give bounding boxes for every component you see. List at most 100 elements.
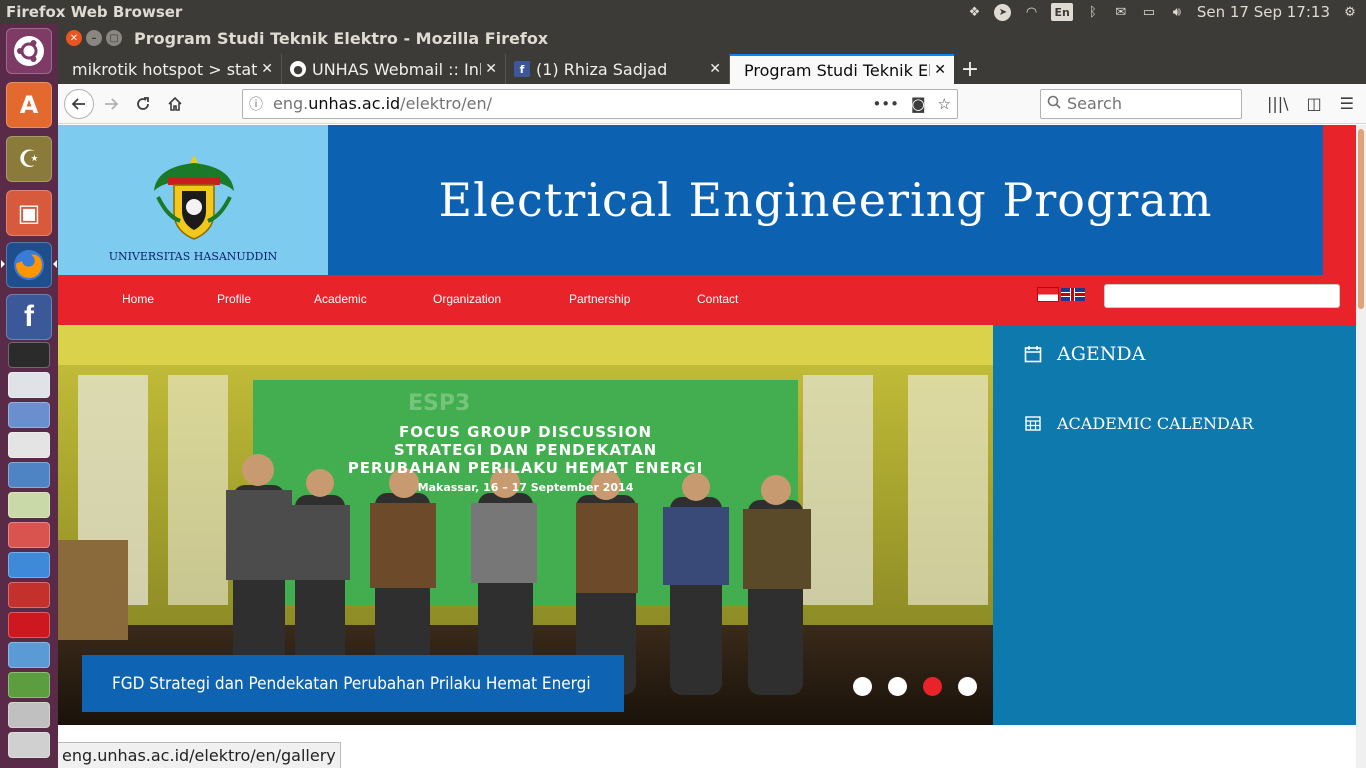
banner-line-1: FOCUS GROUP DISCUSSION [398, 423, 653, 441]
tab-close-icon[interactable]: ✕ [261, 61, 273, 77]
telegram-icon[interactable]: ➤ [994, 3, 1012, 21]
tab-close-icon[interactable]: ✕ [934, 62, 946, 78]
library-icon[interactable]: |||\ [1267, 94, 1289, 113]
tab-mikrotik[interactable]: mikrotik hotspot > status ✕ [58, 54, 282, 84]
tab-close-icon[interactable]: ✕ [709, 61, 721, 77]
mail-icon[interactable]: ✉ [1113, 3, 1129, 21]
banner-logo-text: ESP3 [408, 391, 471, 416]
quran-app-icon[interactable]: ☪ [6, 136, 52, 182]
url-prefix: eng. [273, 94, 309, 113]
tab-label: mikrotik hotspot > status [72, 59, 258, 79]
menu-profile[interactable]: Profile [217, 292, 251, 306]
facebook-icon: f [514, 61, 530, 77]
page-scrollbar-thumb[interactable] [1358, 129, 1364, 309]
search-input[interactable] [1067, 94, 1227, 113]
tab-close-icon[interactable]: ✕ [485, 61, 497, 77]
menu-academic[interactable]: Academic [314, 292, 367, 306]
site-info-icon[interactable]: ⓘ [249, 94, 263, 114]
site-nav-menu: Home Profile Academic Organization Partn… [58, 275, 1356, 325]
facebook-app-icon[interactable]: f [6, 294, 52, 340]
academic-calendar-label: ACADEMIC CALENDAR [1057, 413, 1254, 433]
tab-label: Program Studi Teknik Elektro [744, 60, 930, 80]
app-launcher-icon-8[interactable] [8, 642, 50, 668]
window-titlebar: ✕ – ▢ Program Studi Teknik Elektro - Moz… [58, 24, 1366, 52]
banner-line-3: PERUBAHAN PERILAKU HEMAT ENERGI [347, 459, 704, 477]
pocket-icon[interactable]: ◙ [911, 95, 926, 113]
indonesia-flag-icon[interactable] [1038, 288, 1058, 301]
keyboard-layout-indicator[interactable]: En [1051, 3, 1073, 21]
banner-line-2: STRATEGI DAN PENDEKATAN [393, 441, 658, 459]
menu-organization[interactable]: Organization [433, 292, 501, 306]
indicator-area: ❖ ➤ ◠ En ᛒ ✉ ▭ 🔊︎ Sen 17 Sep 17:13 ⚙ [966, 3, 1366, 21]
app-launcher-icon-9[interactable] [8, 672, 50, 698]
url-bar-actions: ••• ◙ ☆ [872, 95, 951, 113]
ubuntu-dash-icon[interactable] [6, 28, 52, 74]
slider-dot-2[interactable] [888, 677, 907, 696]
navigation-toolbar: ⓘ eng.unhas.ac.id/elektro/en/ ••• ◙ ☆ ||… [58, 84, 1366, 124]
clock[interactable]: Sen 17 Sep 17:13 [1197, 3, 1330, 21]
tab-label: (1) Rhiza Sadjad [536, 59, 668, 79]
slider-dot-1[interactable] [853, 677, 872, 696]
window-minimize-button[interactable]: – [86, 30, 102, 46]
app-launcher-icon-4[interactable] [8, 462, 50, 488]
active-app-name: Firefox Web Browser [6, 3, 183, 21]
menu-partnership[interactable]: Partnership [569, 292, 630, 306]
firefox-window: ✕ – ▢ Program Studi Teknik Elektro - Moz… [58, 24, 1366, 768]
firefox-icon[interactable] [6, 242, 52, 288]
reload-icon[interactable] [128, 89, 158, 119]
menu-contact[interactable]: Contact [697, 292, 738, 306]
search-bar[interactable] [1040, 88, 1242, 119]
files-icon[interactable]: ▣ [6, 190, 52, 236]
trash-icon[interactable] [8, 732, 50, 758]
focused-indicator [53, 260, 57, 268]
battery-icon[interactable]: ▭ [1141, 3, 1157, 21]
forward-button[interactable] [96, 89, 126, 119]
tab-facebook[interactable]: f (1) Rhiza Sadjad ✕ [506, 54, 730, 84]
app-launcher-icon-3[interactable] [8, 432, 50, 458]
settings-gear-icon[interactable]: ⚙ [1342, 3, 1358, 21]
gmail-icon[interactable] [8, 582, 50, 608]
volume-icon[interactable]: 🔊︎ [1169, 3, 1185, 21]
sidebar-toggle-icon[interactable]: ◫ [1307, 94, 1322, 113]
youtube-icon[interactable] [8, 612, 50, 638]
search-icon [1047, 94, 1061, 113]
app-launcher-icon-6[interactable] [8, 522, 50, 548]
app-launcher-icon-5[interactable] [8, 492, 50, 518]
university-logo[interactable] [146, 151, 242, 243]
dropbox-icon[interactable]: ❖ [966, 3, 982, 21]
uk-flag-icon[interactable] [1061, 288, 1085, 301]
slider-dot-4[interactable] [958, 677, 977, 696]
window-close-button[interactable]: ✕ [66, 30, 82, 46]
site-search-input[interactable] [1104, 284, 1340, 308]
home-icon[interactable] [160, 89, 190, 119]
site-title: Electrical Engineering Program [438, 173, 1213, 227]
page-actions-icon[interactable]: ••• [872, 95, 899, 113]
terminal-icon[interactable] [8, 342, 50, 368]
app-launcher-icon-2[interactable] [8, 402, 50, 428]
url-path: /elektro/en/ [400, 94, 493, 113]
tab-program-studi[interactable]: Program Studi Teknik Elektro ✕ [730, 54, 954, 84]
software-center-icon[interactable]: A [6, 82, 52, 128]
wifi-icon[interactable]: ◠ [1023, 3, 1039, 21]
calendar-icon [1023, 344, 1043, 364]
app-launcher-icon-7[interactable] [8, 552, 50, 578]
agenda-link[interactable]: AGENDA [1023, 343, 1145, 365]
image-slider[interactable]: ESP3 FOCUS GROUP DISCUSSION STRATEGI DAN… [58, 325, 993, 725]
slider-dot-3[interactable] [923, 677, 942, 696]
academic-calendar-link[interactable]: ACADEMIC CALENDAR [1023, 413, 1253, 433]
app-launcher-icon-1[interactable] [8, 372, 50, 398]
running-indicator [1, 260, 5, 268]
bluetooth-icon[interactable]: ᛒ [1085, 3, 1101, 21]
bookmark-star-icon[interactable]: ☆ [938, 95, 951, 113]
new-tab-button[interactable]: + [954, 54, 986, 84]
slide-caption[interactable]: FGD Strategi dan Pendekatan Perubahan Pr… [82, 655, 624, 712]
url-bar[interactable]: ⓘ eng. unhas.ac.id/elektro/en/ ••• ◙ ☆ [242, 88, 958, 119]
app-launcher-icon-10[interactable] [8, 702, 50, 728]
tab-webmail[interactable]: ● UNHAS Webmail :: Inbox ✕ [282, 54, 506, 84]
menu-home[interactable]: Home [122, 292, 154, 306]
window-maximize-button[interactable]: ▢ [106, 30, 122, 46]
agenda-label: AGENDA [1057, 343, 1146, 365]
hamburger-menu-icon[interactable]: ☰ [1340, 94, 1354, 113]
back-button[interactable] [64, 88, 94, 119]
tab-label: UNHAS Webmail :: Inbox [312, 59, 481, 79]
